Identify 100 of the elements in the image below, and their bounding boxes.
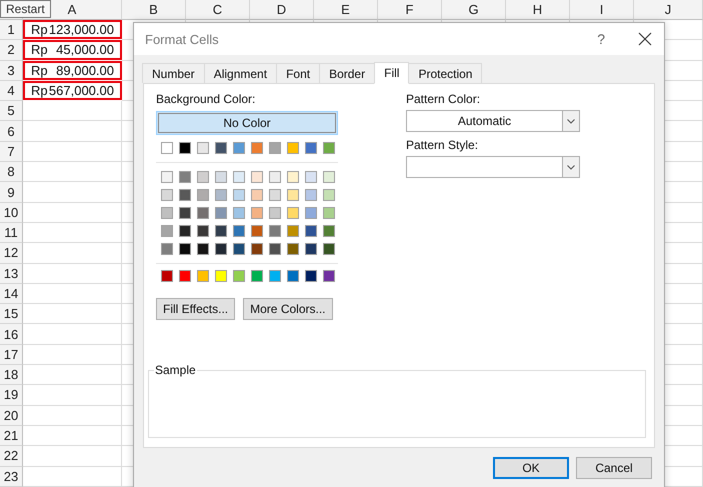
color-swatch[interactable]: [305, 270, 317, 282]
color-swatch[interactable]: [197, 270, 209, 282]
no-color-button[interactable]: No Color: [156, 111, 338, 135]
color-swatch[interactable]: [161, 225, 173, 237]
color-swatch[interactable]: [215, 189, 227, 201]
color-swatch[interactable]: [287, 171, 299, 183]
color-swatch[interactable]: [251, 142, 263, 154]
spreadsheet-cell[interactable]: [23, 324, 122, 345]
color-swatch[interactable]: [269, 189, 281, 201]
close-icon[interactable]: [638, 32, 652, 46]
color-swatch[interactable]: [251, 207, 263, 219]
color-swatch[interactable]: [323, 225, 335, 237]
color-swatch[interactable]: [179, 171, 191, 183]
color-swatch[interactable]: [323, 142, 335, 154]
color-swatch[interactable]: [323, 243, 335, 255]
color-swatch[interactable]: [287, 270, 299, 282]
spreadsheet-cell[interactable]: [23, 365, 122, 386]
color-swatch[interactable]: [305, 142, 317, 154]
spreadsheet-cell[interactable]: [23, 304, 122, 324]
color-swatch[interactable]: [269, 142, 281, 154]
color-swatch[interactable]: [233, 225, 245, 237]
spreadsheet-cell[interactable]: [23, 182, 122, 203]
spreadsheet-cell[interactable]: [23, 344, 122, 366]
color-swatch[interactable]: [233, 142, 245, 154]
color-swatch[interactable]: [179, 225, 191, 237]
tab[interactable]: Number: [142, 63, 205, 83]
color-swatch[interactable]: [287, 243, 299, 255]
color-swatch[interactable]: [269, 207, 281, 219]
color-swatch[interactable]: [287, 225, 299, 237]
color-swatch[interactable]: [233, 270, 245, 282]
color-swatch[interactable]: [269, 171, 281, 183]
color-swatch[interactable]: [197, 243, 209, 255]
color-swatch[interactable]: [197, 225, 209, 237]
color-swatch[interactable]: [215, 225, 227, 237]
dialog-button[interactable]: OK: [493, 457, 569, 479]
help-button[interactable]: ?: [597, 31, 605, 47]
spreadsheet-cell[interactable]: [23, 121, 122, 142]
spreadsheet-cell[interactable]: [23, 101, 122, 122]
color-swatch[interactable]: [215, 270, 227, 282]
spreadsheet-cell[interactable]: [23, 222, 122, 244]
color-swatch[interactable]: [323, 270, 335, 282]
color-swatch[interactable]: [251, 189, 263, 201]
spreadsheet-cell[interactable]: [23, 142, 122, 162]
column-header[interactable]: I: [570, 0, 634, 20]
color-swatch[interactable]: [305, 189, 317, 201]
spreadsheet-cell[interactable]: [23, 446, 122, 467]
tab[interactable]: Alignment: [204, 63, 278, 83]
color-swatch[interactable]: [161, 207, 173, 219]
color-swatch[interactable]: [251, 270, 263, 282]
color-swatch[interactable]: [161, 189, 173, 201]
color-swatch[interactable]: [233, 243, 245, 255]
tab[interactable]: Protection: [408, 63, 482, 83]
color-swatch[interactable]: [179, 142, 191, 154]
color-swatch[interactable]: [323, 171, 335, 183]
color-swatch[interactable]: [215, 207, 227, 219]
spreadsheet-cell[interactable]: [23, 264, 122, 284]
column-header[interactable]: C: [186, 0, 250, 20]
color-swatch[interactable]: [161, 270, 173, 282]
color-swatch[interactable]: [251, 171, 263, 183]
color-swatch[interactable]: [215, 171, 227, 183]
color-swatch[interactable]: [269, 270, 281, 282]
column-header[interactable]: H: [506, 0, 570, 20]
column-header[interactable]: B: [122, 0, 186, 20]
color-swatch[interactable]: [161, 171, 173, 183]
spreadsheet-cell[interactable]: [23, 385, 122, 406]
color-swatch[interactable]: [197, 171, 209, 183]
spreadsheet-cell[interactable]: [23, 202, 122, 223]
color-swatch[interactable]: [323, 189, 335, 201]
spreadsheet-cell[interactable]: [23, 243, 122, 264]
color-swatch[interactable]: [215, 142, 227, 154]
spreadsheet-cell[interactable]: [23, 406, 122, 426]
spreadsheet-cell[interactable]: [23, 162, 122, 182]
color-swatch[interactable]: [197, 189, 209, 201]
color-swatch[interactable]: [179, 243, 191, 255]
column-header[interactable]: F: [378, 0, 442, 20]
color-swatch[interactable]: [287, 189, 299, 201]
color-swatch[interactable]: [197, 207, 209, 219]
spreadsheet-cell[interactable]: [23, 426, 122, 446]
color-swatch[interactable]: [233, 171, 245, 183]
color-swatch[interactable]: [197, 142, 209, 154]
color-swatch[interactable]: [305, 225, 317, 237]
color-swatch[interactable]: [161, 243, 173, 255]
column-header[interactable]: E: [314, 0, 378, 20]
spreadsheet-cell[interactable]: [23, 466, 122, 487]
color-swatch[interactable]: [287, 207, 299, 219]
color-swatch[interactable]: [305, 171, 317, 183]
color-swatch[interactable]: [179, 189, 191, 201]
tab[interactable]: Fill: [374, 62, 410, 84]
color-swatch[interactable]: [251, 225, 263, 237]
column-header[interactable]: J: [634, 0, 703, 20]
spreadsheet-cell[interactable]: [23, 284, 122, 304]
color-swatch[interactable]: [305, 207, 317, 219]
pattern-color-dropdown[interactable]: Automatic: [406, 110, 580, 132]
color-swatch[interactable]: [251, 243, 263, 255]
column-header[interactable]: D: [250, 0, 314, 20]
column-header[interactable]: G: [442, 0, 506, 20]
dialog-button[interactable]: Cancel: [576, 457, 652, 479]
color-swatch[interactable]: [269, 225, 281, 237]
dialog-button[interactable]: Fill Effects...: [156, 298, 236, 320]
color-swatch[interactable]: [179, 270, 191, 282]
